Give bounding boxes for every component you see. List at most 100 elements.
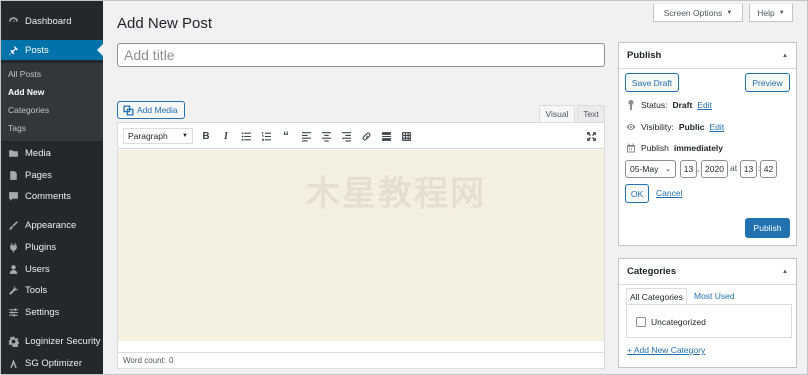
year-input[interactable]: 2020: [701, 160, 728, 178]
quote-icon[interactable]: “: [279, 129, 293, 143]
media-icon: [123, 104, 134, 116]
month-select[interactable]: 05-May ⌄: [625, 160, 676, 178]
user-icon: [6, 262, 20, 276]
sidebar-item-users[interactable]: Users: [0, 259, 103, 279]
watermark-text: 木星教程网: [306, 174, 486, 214]
publish-value: immediately: [673, 143, 724, 153]
sidebar-item-label: Comments: [25, 190, 71, 202]
read-more-icon[interactable]: [379, 129, 393, 143]
category-label: Uncategorized: [651, 317, 706, 327]
publish-heading: Publish: [627, 50, 662, 61]
pages-icon: [6, 168, 20, 182]
align-center-icon[interactable]: [319, 129, 333, 143]
sidebar-item-sg-optimizer[interactable]: SG Optimizer: [0, 353, 103, 373]
edit-visibility-link[interactable]: Edit: [709, 122, 724, 132]
sidebar-item-appearance[interactable]: Appearance: [0, 215, 103, 235]
categories-box-header[interactable]: Categories ▲: [619, 259, 796, 285]
sidebar-item-posts[interactable]: Posts: [0, 40, 103, 60]
ok-button[interactable]: OK: [625, 184, 649, 203]
category-list: Uncategorized: [626, 304, 792, 338]
sidebar-item-label: Users: [25, 263, 50, 275]
publish-box-header[interactable]: Publish ▲: [619, 43, 796, 69]
title-placeholder: Add title: [124, 47, 175, 63]
gear-icon: [6, 334, 20, 348]
fullscreen-icon[interactable]: [584, 129, 598, 143]
publish-time-row: Publish immediately: [626, 143, 723, 153]
link-icon[interactable]: [359, 129, 373, 143]
sidebar-item-label: Plugins: [25, 241, 57, 253]
status-label: Status:: [641, 100, 668, 110]
bullet-list-icon[interactable]: [239, 129, 253, 143]
comment-icon: [6, 189, 20, 203]
caret-down-icon: ▼: [726, 9, 733, 16]
content-editor: Paragraph ▼ B I “ Word count: 0: [117, 122, 605, 369]
preview-button[interactable]: Preview: [745, 73, 790, 92]
word-count-label: Word count:: [123, 356, 166, 365]
tab-text[interactable]: Text: [577, 105, 605, 122]
minute-input[interactable]: 42: [760, 160, 777, 178]
collapse-arrow-icon[interactable]: ▲: [782, 269, 788, 275]
date-comma: ,: [697, 163, 700, 173]
hour-input[interactable]: 13: [740, 160, 757, 178]
sidebar-item-comments[interactable]: Comments: [0, 186, 103, 206]
admin-sidebar: Dashboard Posts All Posts Add New Catego…: [0, 0, 103, 375]
add-media-button[interactable]: Add Media: [117, 101, 185, 119]
save-draft-button[interactable]: Save Draft: [625, 73, 679, 92]
word-count-value: 0: [168, 356, 174, 365]
publish-label: Publish: [641, 143, 669, 153]
sidebar-item-plugins[interactable]: Plugins: [0, 237, 103, 257]
help-button[interactable]: Help ▼: [749, 4, 793, 22]
day-input[interactable]: 13: [680, 160, 697, 178]
editor-status-bar: Word count: 0: [118, 352, 604, 368]
sidebar-item-label: Loginizer Security: [25, 335, 101, 347]
sidebar-item-label: Tools: [25, 284, 48, 296]
post-title-input[interactable]: Add title: [117, 43, 605, 67]
post-status-row: Status: Draft Edit: [626, 100, 712, 110]
publish-button[interactable]: Publish: [745, 218, 790, 238]
submenu-categories[interactable]: Categories: [8, 105, 49, 115]
edit-status-link[interactable]: Edit: [697, 100, 712, 110]
visibility-label: Visibility:: [641, 122, 674, 132]
sidebar-item-settings[interactable]: Settings: [0, 302, 103, 322]
collapse-arrow-icon[interactable]: ▲: [782, 53, 788, 59]
visibility-row: Visibility: Public Edit: [626, 122, 724, 132]
uncategorized-checkbox[interactable]: [636, 317, 646, 327]
at-label: at: [730, 163, 738, 173]
sidebar-item-media[interactable]: Media: [0, 143, 103, 163]
tab-all-categories[interactable]: All Categories: [626, 288, 687, 304]
submenu-tags[interactable]: Tags: [8, 123, 26, 133]
tab-most-used[interactable]: Most Used: [694, 288, 735, 304]
sidebar-item-tools[interactable]: Tools: [0, 280, 103, 300]
format-select[interactable]: Paragraph ▼: [123, 128, 193, 144]
dashboard-icon: [6, 14, 20, 28]
screen-options-button[interactable]: Screen Options ▼: [653, 4, 743, 22]
italic-icon[interactable]: I: [219, 129, 233, 143]
settings-icon: [6, 305, 20, 319]
sidebar-item-dashboard[interactable]: Dashboard: [0, 11, 103, 31]
align-right-icon[interactable]: [339, 129, 353, 143]
sidebar-item-label: Appearance: [25, 219, 77, 231]
tab-visual[interactable]: Visual: [539, 105, 575, 122]
chevron-down-icon: ⌄: [665, 166, 671, 173]
submenu-add-new[interactable]: Add New: [8, 87, 44, 97]
optimizer-icon: [6, 356, 20, 370]
pin-icon: [628, 100, 634, 110]
visibility-value: Public: [678, 122, 705, 132]
toolbar-toggle-icon[interactable]: [399, 129, 413, 143]
sidebar-item-label: Dashboard: [25, 15, 72, 27]
format-value: Paragraph: [128, 131, 168, 141]
bold-icon[interactable]: B: [199, 129, 213, 143]
calendar-icon: [627, 143, 635, 153]
sidebar-item-label: Settings: [25, 306, 60, 318]
submenu-all-posts[interactable]: All Posts: [8, 69, 41, 79]
media-icon: [6, 146, 20, 160]
cancel-link[interactable]: Cancel: [656, 188, 682, 198]
posts-submenu: All Posts Add New Categories Tags: [0, 63, 103, 141]
add-media-label: Add Media: [137, 105, 178, 115]
align-left-icon[interactable]: [299, 129, 313, 143]
sidebar-item-pages[interactable]: Pages: [0, 165, 103, 185]
numbered-list-icon[interactable]: [259, 129, 273, 143]
sidebar-item-loginizer[interactable]: Loginizer Security: [0, 331, 103, 351]
help-label: Help: [757, 7, 775, 18]
add-new-category-link[interactable]: + Add New Category: [627, 345, 705, 355]
